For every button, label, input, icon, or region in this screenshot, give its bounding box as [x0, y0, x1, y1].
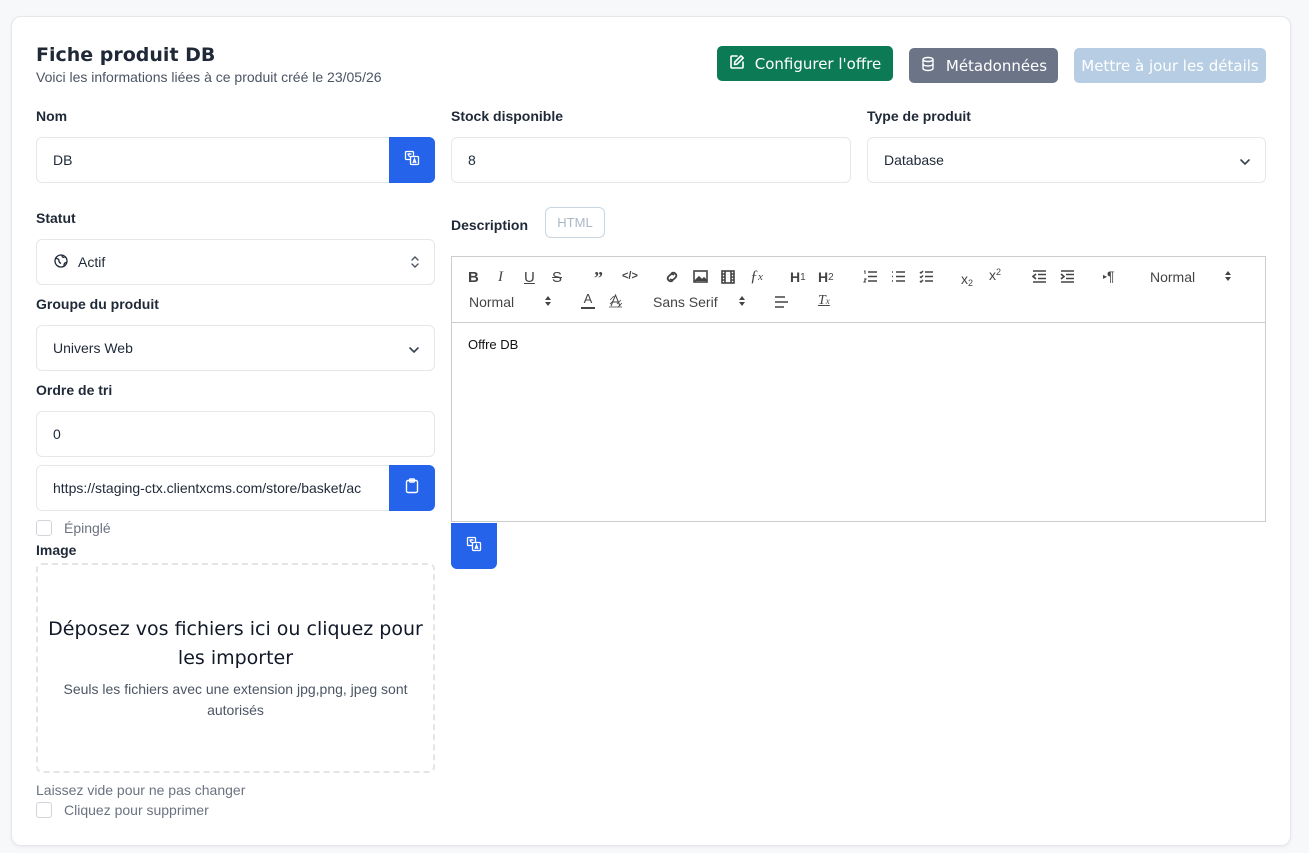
bullet-list-icon[interactable] [891, 270, 906, 283]
sort-label: Ordre de tri [36, 382, 113, 398]
configure-offer-label: Configurer l'offre [754, 54, 882, 73]
copy-url-button[interactable] [389, 465, 435, 511]
type-value: Database [884, 152, 944, 168]
url-value: https://staging-ctx.clientxcms.com/store… [53, 480, 362, 496]
clear-format-icon[interactable]: Tx [818, 293, 830, 309]
status-value: Actif [78, 254, 106, 270]
background-color-icon[interactable] [608, 294, 623, 308]
chevron-down-icon [408, 343, 420, 359]
image-icon[interactable] [693, 270, 708, 283]
type-select[interactable]: Database [867, 137, 1266, 183]
metadata-button[interactable]: Métadonnées [909, 48, 1058, 83]
metadata-label: Métadonnées [945, 56, 1048, 75]
size-select[interactable]: Normal [469, 294, 514, 310]
update-details-button[interactable]: Mettre à jour les détails [1074, 48, 1266, 83]
blockquote-icon[interactable]: ” [594, 268, 603, 289]
editor-toolbar: B I U S ” </> ƒx H1 H2 x2 x2 ▸ ¶ Normal N… [451, 256, 1266, 323]
stock-value: 8 [468, 152, 476, 168]
name-value: DB [53, 152, 73, 168]
translate-icon [404, 150, 420, 171]
dropzone-hint: Seuls les fichiers avec une extension jp… [63, 681, 408, 718]
header1-icon[interactable]: H1 [790, 269, 806, 285]
outdent-icon[interactable] [1032, 270, 1047, 283]
image-dropzone[interactable]: Déposez vos fichiers ici ou cliquez pour… [36, 563, 435, 773]
strike-icon[interactable]: S [552, 269, 562, 286]
chevron-down-icon [1239, 155, 1251, 171]
update-details-label: Mettre à jour les détails [1081, 56, 1259, 75]
text-direction-icon[interactable]: ▸ ¶ [1103, 268, 1115, 284]
header-select[interactable]: Normal [1150, 269, 1195, 285]
italic-icon[interactable]: I [498, 269, 503, 286]
text-color-icon[interactable]: A [581, 292, 595, 309]
underline-icon[interactable]: U [524, 269, 535, 286]
database-icon [920, 56, 936, 76]
header-select-value: Normal [1150, 269, 1196, 285]
edit-icon [729, 54, 745, 74]
formula-icon[interactable]: ƒx [750, 268, 763, 286]
pinned-checkbox[interactable] [36, 520, 52, 536]
font-select[interactable]: Sans Serif [653, 294, 718, 310]
url-input[interactable]: https://staging-ctx.clientxcms.com/store… [36, 465, 390, 511]
align-left-icon[interactable] [774, 296, 789, 308]
pinned-label: Épinglé [64, 520, 111, 536]
header2-icon[interactable]: H2 [818, 269, 834, 285]
group-value: Univers Web [53, 340, 133, 356]
code-icon[interactable]: </> [622, 270, 638, 282]
description-content: Offre DB [468, 337, 519, 352]
delete-image-label: Cliquez pour supprimer [64, 802, 209, 818]
subscript-icon[interactable]: x2 [961, 270, 973, 288]
group-label: Groupe du produit [36, 296, 159, 312]
clipboard-icon [405, 477, 419, 499]
type-label: Type de produit [867, 108, 971, 124]
status-label: Statut [36, 210, 76, 226]
indent-icon[interactable] [1060, 270, 1075, 283]
description-label: Description [451, 217, 529, 233]
font-select-value: Sans Serif [653, 294, 718, 310]
translate-name-button[interactable] [389, 137, 435, 183]
translate-description-button[interactable] [451, 523, 497, 569]
keep-empty-hint: Laissez vide pour ne pas changer [36, 782, 246, 798]
updown-chevron-icon [544, 295, 552, 307]
translate-icon [466, 536, 482, 557]
name-label: Nom [36, 108, 68, 124]
name-input[interactable]: DB [36, 137, 390, 183]
link-icon[interactable] [664, 270, 680, 284]
checklist-icon[interactable] [919, 270, 934, 283]
video-icon[interactable] [721, 270, 735, 284]
stock-input[interactable]: 8 [451, 137, 851, 183]
stock-label: Stock disponible [451, 108, 564, 124]
size-select-value: Normal [469, 294, 515, 310]
updown-chevron-icon [738, 295, 746, 307]
description-editor[interactable]: Offre DB [451, 322, 1266, 522]
sort-input[interactable]: 0 [36, 411, 435, 457]
configure-offer-button[interactable]: Configurer l'offre [717, 46, 893, 81]
status-select[interactable]: Actif [36, 239, 435, 285]
updown-chevron-icon [410, 255, 420, 272]
sort-value: 0 [53, 426, 61, 442]
delete-image-checkbox[interactable] [36, 802, 52, 818]
group-select[interactable]: Univers Web [36, 325, 435, 371]
ordered-list-icon[interactable] [863, 270, 878, 283]
html-toggle-button[interactable]: HTML [545, 207, 605, 238]
superscript-icon[interactable]: x2 [989, 267, 1001, 284]
bold-icon[interactable]: B [468, 269, 479, 286]
updown-chevron-icon [1224, 270, 1232, 282]
dropzone-title: Déposez vos fichiers ici ou cliquez pour… [48, 618, 423, 669]
image-label: Image [36, 542, 77, 558]
status-globe-icon [53, 253, 69, 272]
page-title: Fiche produit DB [36, 44, 216, 66]
page-subtitle: Voici les informations liées à ce produi… [36, 69, 382, 85]
